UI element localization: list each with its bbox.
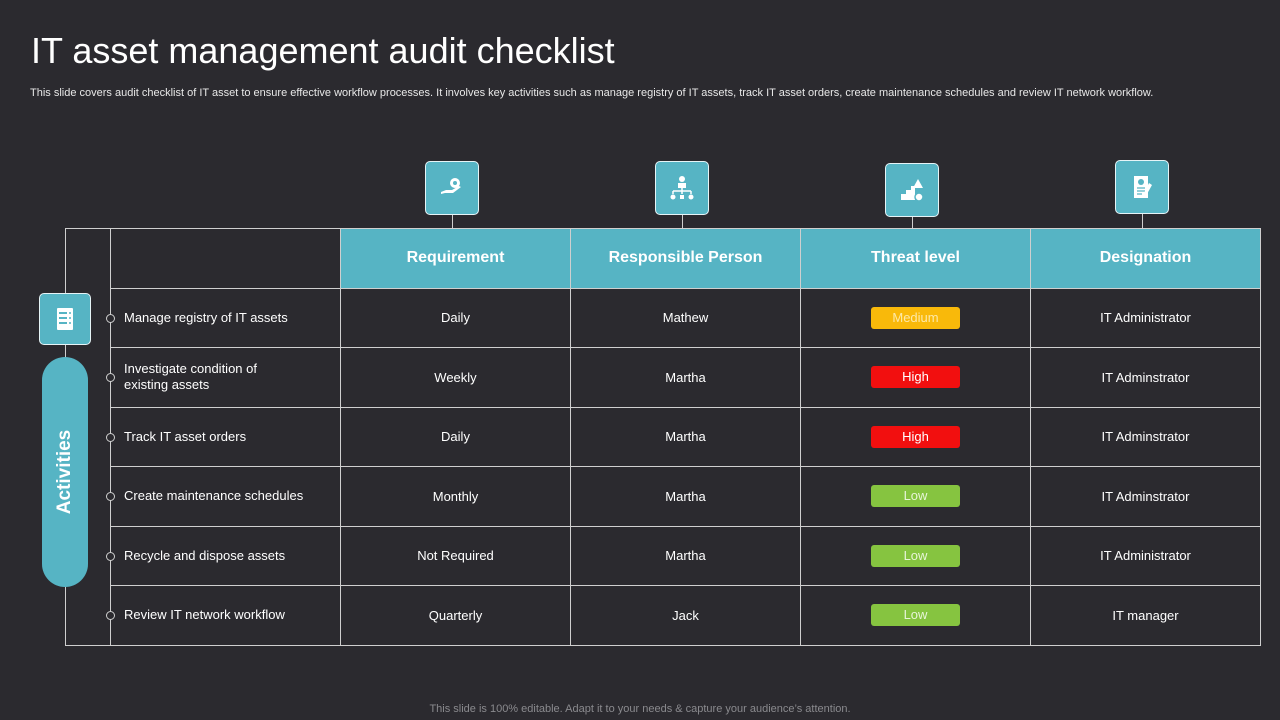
table-row: Track IT asset orders Daily Martha High …	[106, 406, 1261, 467]
page-title: IT asset management audit checklist	[31, 30, 615, 71]
person-cell: Martha	[570, 406, 801, 467]
activity-text: Recycle and dispose assets	[124, 547, 286, 563]
table-row: Manage registry of IT assets Daily Mathe…	[106, 287, 1261, 348]
designation-cell: IT Adminstrator	[1030, 406, 1261, 467]
activity-text: Review IT network workflow	[124, 607, 285, 623]
page-subtitle: This slide covers audit checklist of IT …	[30, 87, 1154, 99]
column-header: Requirement	[340, 228, 571, 289]
bullet-circle-icon	[106, 313, 115, 323]
footer-note: This slide is 100% editable. Adapt it to…	[429, 703, 851, 715]
icon-connector	[682, 215, 683, 228]
threat-badge: High	[871, 366, 960, 389]
threat-badge: Low	[871, 544, 960, 567]
requirement-cell: Weekly	[340, 347, 571, 408]
designation-cell: IT Adminstrator	[1030, 347, 1261, 408]
icon-connector	[1142, 214, 1143, 228]
table-row: Review IT network workflow Quarterly Jac…	[106, 585, 1261, 646]
bullet-circle-icon	[106, 373, 115, 383]
checklist-icon	[39, 293, 91, 345]
certificate-icon	[1115, 160, 1169, 214]
risk-stairs-icon	[885, 163, 939, 217]
left-bracket-bottom	[65, 645, 110, 646]
person-cell: Martha	[570, 347, 801, 408]
activity-cell: Review IT network workflow	[106, 585, 341, 646]
designation-cell: IT Administrator	[1030, 287, 1261, 348]
table-row: Create maintenance schedules Monthly Mar…	[106, 466, 1261, 527]
hand-gear-icon	[425, 161, 479, 215]
activity-text: Investigate condition of existing assets	[124, 361, 257, 393]
column-header: Designation	[1030, 228, 1261, 289]
threat-cell: Medium	[800, 287, 1031, 348]
person-cell: Martha	[570, 525, 801, 586]
threat-badge: Low	[871, 604, 960, 627]
column-header: Responsible Person	[570, 228, 801, 289]
threat-cell: High	[800, 406, 1031, 467]
activity-text: Manage registry of IT assets	[124, 309, 288, 325]
table-row: Recycle and dispose assets Not Required …	[106, 525, 1261, 586]
threat-cell: Low	[800, 466, 1031, 527]
threat-badge: Medium	[871, 306, 960, 329]
left-bracket-top	[65, 228, 110, 229]
activity-cell: Manage registry of IT assets	[106, 287, 341, 348]
requirement-cell: Daily	[340, 287, 571, 348]
activity-cell: Track IT asset orders	[106, 406, 341, 467]
person-cell: Mathew	[570, 287, 801, 348]
activity-cell: Recycle and dispose assets	[106, 525, 341, 586]
bullet-circle-icon	[106, 551, 115, 561]
person-cell: Martha	[570, 466, 801, 527]
activity-text: Track IT asset orders	[124, 428, 247, 444]
threat-badge: Low	[871, 485, 960, 508]
requirement-cell: Monthly	[340, 466, 571, 527]
activity-text: Create maintenance schedules	[124, 488, 304, 504]
icon-connector	[912, 217, 913, 228]
threat-cell: Low	[800, 585, 1031, 646]
table-row: Investigate condition of existing assets…	[106, 347, 1261, 408]
requirement-cell: Quarterly	[340, 585, 571, 646]
designation-cell: IT manager	[1030, 585, 1261, 646]
activity-cell: Create maintenance schedules	[106, 466, 341, 527]
header-blank-cell	[110, 228, 341, 289]
person-cell: Jack	[570, 585, 801, 646]
audit-checklist-table: Requirement Responsible Person Threat leve…	[106, 228, 1261, 646]
designation-cell: IT Administrator	[1030, 525, 1261, 586]
requirement-cell: Not Required	[340, 525, 571, 586]
activity-cell: Investigate condition of existing assets	[106, 347, 341, 408]
org-chart-icon	[655, 161, 709, 215]
requirement-cell: Daily	[340, 406, 571, 467]
bullet-circle-icon	[106, 492, 115, 502]
designation-cell: IT Adminstrator	[1030, 466, 1261, 527]
bullet-circle-icon	[106, 432, 115, 442]
threat-cell: High	[800, 347, 1031, 408]
bullet-circle-icon	[106, 611, 115, 621]
threat-cell: Low	[800, 525, 1031, 586]
column-header: Threat level	[800, 228, 1031, 289]
activities-label: Activities	[54, 429, 76, 515]
activities-label-pill: Activities	[42, 357, 88, 587]
icon-connector	[452, 215, 453, 228]
threat-badge: High	[871, 425, 960, 448]
